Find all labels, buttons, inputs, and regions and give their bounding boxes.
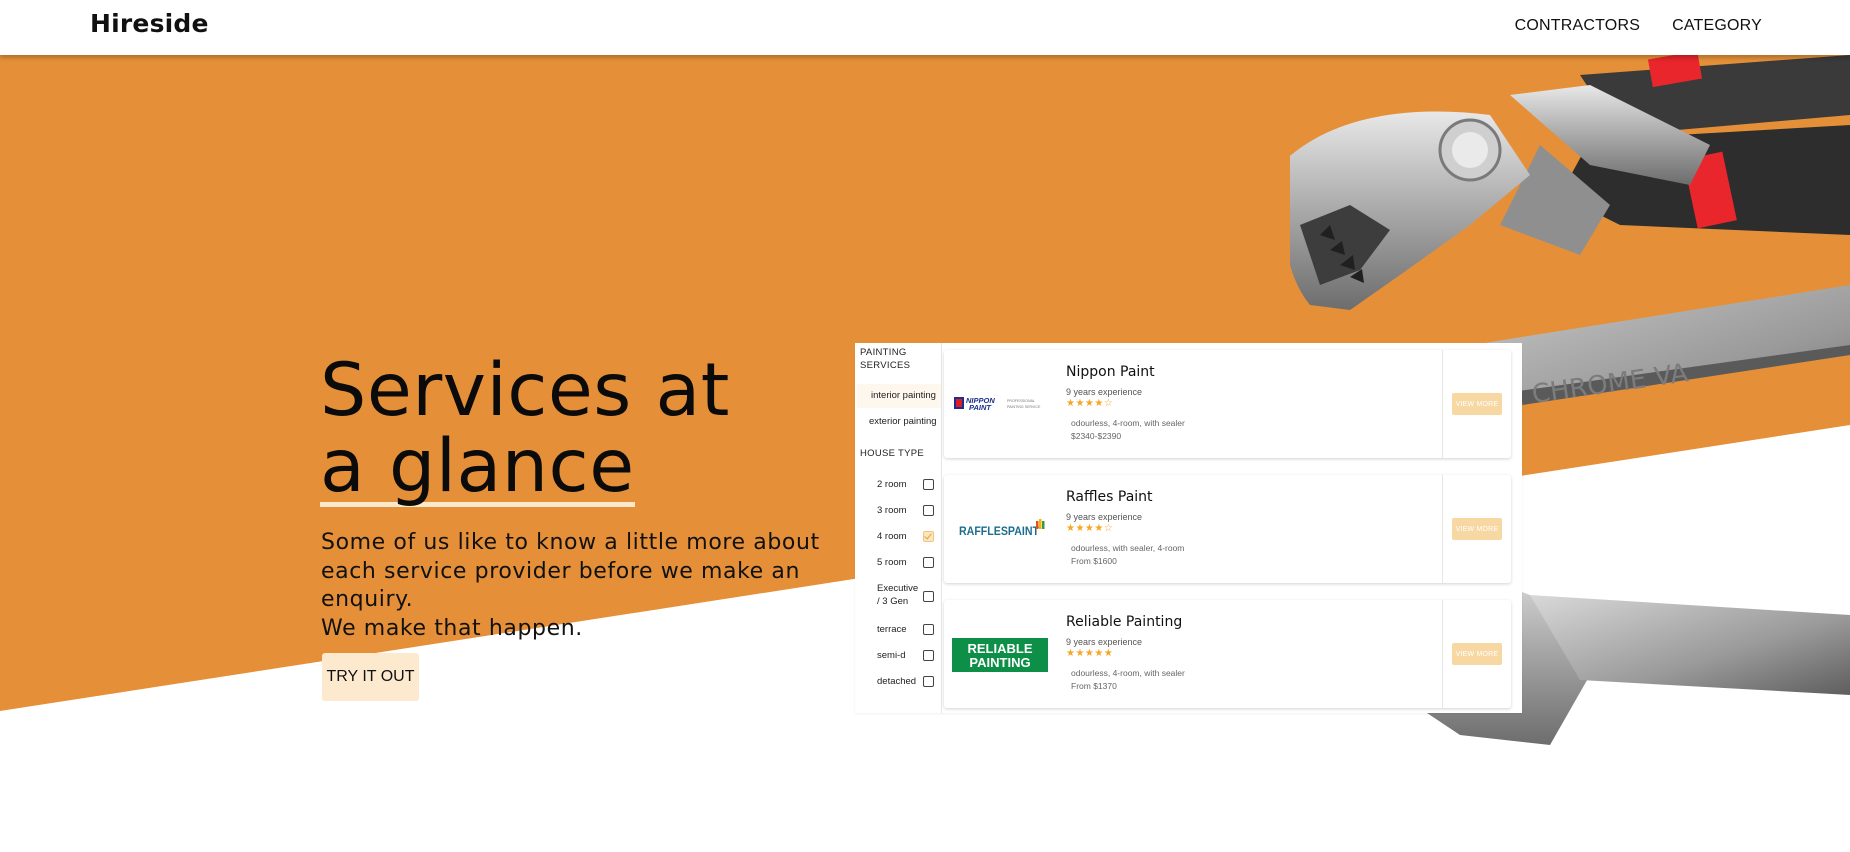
checkbox-icon[interactable] — [923, 531, 934, 542]
provider-price: $2340-$2390 — [1071, 431, 1122, 441]
service-exterior-painting[interactable]: exterior painting — [855, 410, 941, 434]
view-more-button[interactable]: VIEW MORE — [1452, 643, 1502, 665]
house-type-label: Executive / 3 Gen — [877, 583, 919, 607]
provider-experience: 9 years experience — [1066, 512, 1143, 522]
hero-description-line1: Some of us like to know a little more ab… — [321, 530, 820, 612]
house-type-label: terrace — [877, 624, 907, 635]
card-divider — [1442, 600, 1443, 708]
rating-stars-icon: ★★★★☆ — [1066, 398, 1114, 409]
hero-description: Some of us like to know a little more ab… — [321, 529, 861, 643]
filter-sidebar: PAINTING SERVICES interior painting exte… — [855, 343, 942, 713]
house-type-label: 4 room — [877, 531, 907, 542]
provider-price: From $1600 — [1071, 556, 1117, 566]
house-type-label: detached — [877, 676, 917, 687]
pliers-icon — [1290, 55, 1850, 310]
house-type-label: 5 room — [877, 557, 907, 568]
checkbox-icon[interactable] — [923, 624, 934, 635]
provider-card[interactable]: RELIABLE PAINTING Reliable Painting 9 ye… — [944, 600, 1511, 708]
svg-text:PAINTING: PAINTING — [969, 655, 1030, 670]
hero-title-line1: Services at — [320, 348, 730, 433]
house-type-label: 3 room — [877, 505, 907, 516]
raffles-paint-logo: RAFFLESPAINT — [959, 519, 1045, 538]
main-nav: CONTRACTORS CATEGORY — [1515, 17, 1762, 35]
svg-text:PAINTING SERVICE: PAINTING SERVICE — [1007, 405, 1041, 409]
checkbox-icon[interactable] — [923, 479, 934, 490]
provider-card[interactable]: NIPPON PAINT PROFESSIONAL PAINTING SERVI… — [944, 350, 1511, 458]
hero-title: Services at a glance — [320, 353, 730, 507]
services-heading: PAINTING SERVICES — [860, 347, 911, 371]
svg-text:RAFFLESPAINT: RAFFLESPAINT — [959, 524, 1040, 538]
checkbox-icon[interactable] — [923, 650, 934, 661]
view-more-button[interactable]: VIEW MORE — [1452, 393, 1502, 415]
provider-tags: odourless, 4-room, with sealer — [1071, 418, 1185, 428]
provider-experience: 9 years experience — [1066, 387, 1143, 397]
provider-tags: odourless, 4-room, with sealer — [1071, 668, 1185, 678]
rating-stars-icon: ★★★★☆ — [1066, 523, 1114, 534]
site-header: Hireside CONTRACTORS CATEGORY — [0, 0, 1850, 55]
nav-link-contractors[interactable]: CONTRACTORS — [1515, 17, 1640, 35]
checkbox-icon[interactable] — [923, 505, 934, 516]
rating-stars-icon: ★★★★★ — [1066, 648, 1114, 659]
try-it-out-button[interactable]: TRY IT OUT — [322, 653, 419, 701]
checkbox-icon[interactable] — [923, 591, 934, 602]
view-more-button[interactable]: VIEW MORE — [1452, 518, 1502, 540]
checkbox-icon[interactable] — [923, 557, 934, 568]
site-logo[interactable]: Hireside — [90, 9, 209, 38]
provider-name: Raffles Paint — [1066, 489, 1153, 505]
service-interior-painting[interactable]: interior painting — [855, 384, 941, 408]
hero-description-line2: We make that happen. — [321, 615, 583, 641]
nippon-paint-logo: NIPPON PAINT PROFESSIONAL PAINTING SERVI… — [954, 396, 1041, 412]
provider-name: Reliable Painting — [1066, 614, 1183, 630]
hero-title-line2: a glance — [320, 424, 635, 509]
provider-name: Nippon Paint — [1066, 364, 1155, 380]
provider-experience: 9 years experience — [1066, 637, 1143, 647]
house-type-heading: HOUSE TYPE — [860, 448, 925, 459]
svg-text:PROFESSIONAL: PROFESSIONAL — [1007, 399, 1035, 403]
service-listing-mockup: PAINTING SERVICES interior painting exte… — [855, 343, 1522, 713]
svg-text:PAINT: PAINT — [969, 403, 992, 412]
provider-price: From $1370 — [1071, 681, 1117, 691]
provider-card[interactable]: RAFFLESPAINT Raffles Paint 9 years exper… — [944, 475, 1511, 583]
svg-text:RELIABLE: RELIABLE — [968, 641, 1033, 656]
house-type-label: 2 room — [877, 479, 907, 490]
reliable-painting-logo: RELIABLE PAINTING — [952, 638, 1048, 672]
checkbox-icon[interactable] — [923, 676, 934, 687]
house-type-label: semi-d — [877, 650, 906, 661]
card-divider — [1442, 350, 1443, 458]
nav-link-category[interactable]: CATEGORY — [1672, 17, 1762, 35]
provider-tags: odourless, with sealer, 4-room — [1071, 543, 1185, 553]
card-divider — [1442, 475, 1443, 583]
